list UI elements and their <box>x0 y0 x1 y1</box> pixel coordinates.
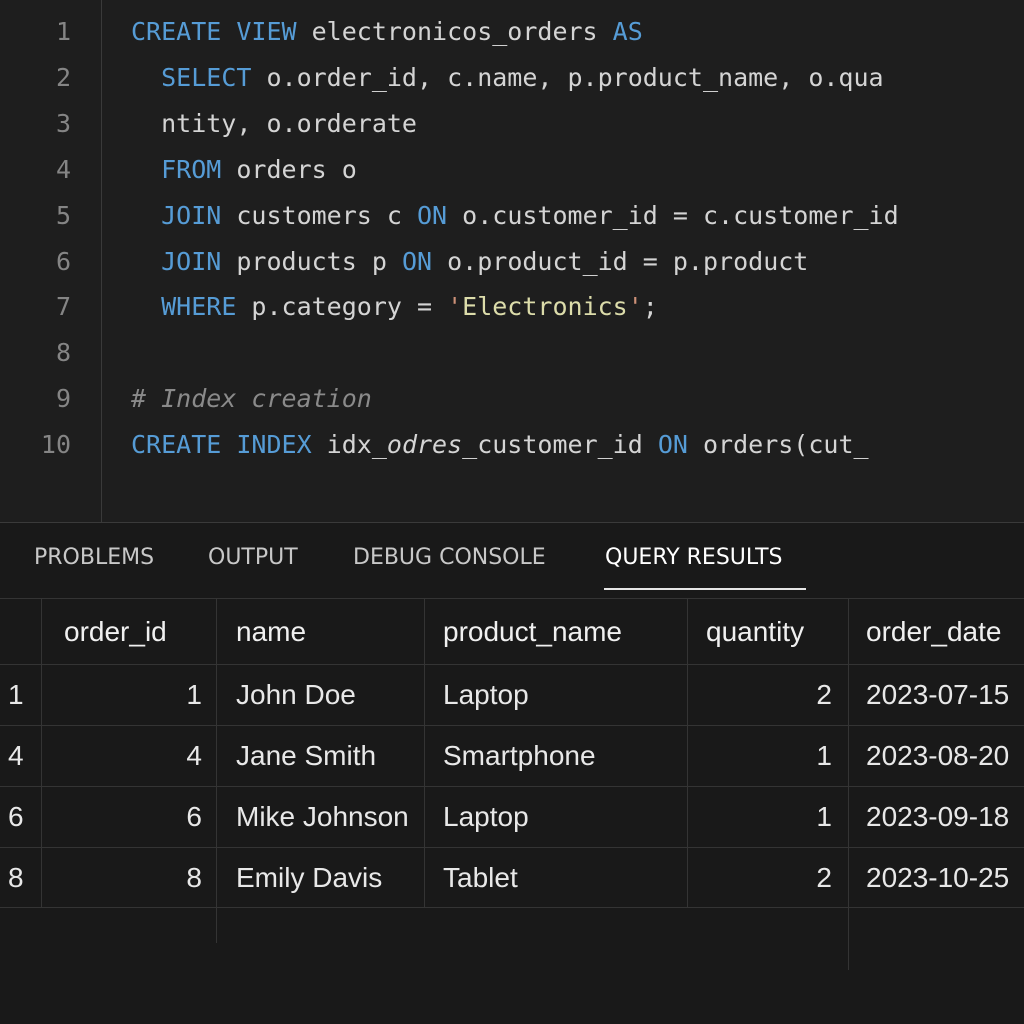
code-editor[interactable]: 1 2 3 4 5 6 7 8 9 10 CREATE VIEW electronicos_ord… <box>0 0 1024 522</box>
sql-keyword: FROM <box>161 154 222 184</box>
column-divider[interactable] <box>687 598 688 907</box>
code-token: customers c <box>221 200 417 230</box>
cell-order-id[interactable]: 6 <box>50 786 202 847</box>
cell-quantity[interactable]: 2 <box>690 847 832 908</box>
column-divider <box>41 598 42 907</box>
cell-order-id[interactable]: 1 <box>50 664 202 725</box>
row-number[interactable]: 8 <box>8 847 41 908</box>
code-token: ; <box>642 292 658 322</box>
sql-keyword: ON <box>401 246 433 276</box>
column-header-name[interactable]: name <box>236 601 421 662</box>
line-number: 4 <box>55 154 71 184</box>
sql-keyword: ON <box>657 430 688 460</box>
row-number[interactable]: 6 <box>8 786 41 847</box>
active-tab-indicator <box>604 588 806 590</box>
column-header-quantity[interactable]: quantity <box>706 601 846 662</box>
query-results-table: order_id name product_name quantity orde… <box>0 598 1024 1024</box>
cell-name[interactable]: Mike Johnson <box>236 786 422 847</box>
column-header-order-date[interactable]: order_date <box>866 601 1024 662</box>
panel-tabs: PROBLEMS OUTPUT DEBUG CONSOLE QUERY RESU… <box>0 523 1024 598</box>
string-literal: ' <box>447 292 463 322</box>
code-line[interactable]: WHERE p.category = 'Electronics'; <box>131 292 658 322</box>
cell-order-date[interactable]: 2023-08-20 <box>866 725 1024 786</box>
sql-keyword: ON <box>417 200 448 230</box>
cell-name[interactable]: Emily Davis <box>236 847 422 908</box>
cell-product-name[interactable]: Smartphone <box>443 725 683 786</box>
sql-keyword: AS <box>612 17 643 46</box>
tab-problems[interactable]: PROBLEMS <box>34 543 154 573</box>
line-number: 7 <box>55 292 71 322</box>
line-number: 5 <box>55 200 71 230</box>
tab-query-results[interactable]: QUERY RESULTS <box>605 543 783 573</box>
line-number: 1 <box>55 17 71 46</box>
cell-name[interactable]: Jane Smith <box>236 725 422 786</box>
sql-keyword: SELECT <box>161 62 252 92</box>
code-token: orders(cut_ <box>687 430 869 460</box>
row-number[interactable]: 4 <box>8 725 41 786</box>
cell-order-date[interactable]: 2023-09-18 <box>866 786 1024 847</box>
cell-product-name[interactable]: Tablet <box>443 847 683 908</box>
code-token: idx_ <box>311 430 387 460</box>
code-token: o.product_id = p.product <box>432 246 809 276</box>
sql-keyword: JOIN <box>161 246 222 276</box>
sql-keyword: CREATE VIEW <box>131 17 297 46</box>
code-token: _customer_id <box>462 430 658 460</box>
row-number[interactable]: 1 <box>8 664 41 725</box>
line-number: 3 <box>55 108 71 138</box>
cell-quantity[interactable]: 2 <box>690 664 832 725</box>
code-line[interactable]: ntity, o.orderate <box>131 109 417 139</box>
bottom-panel: PROBLEMS OUTPUT DEBUG CONSOLE QUERY RESU… <box>0 522 1024 1024</box>
tab-debug-console[interactable]: DEBUG CONSOLE <box>353 543 546 573</box>
cell-quantity[interactable]: 1 <box>690 786 832 847</box>
code-token: orders o <box>221 154 357 184</box>
code-token: electronicos_orders <box>296 17 613 46</box>
code-line[interactable]: SELECT o.order_id, c.name, p.product_nam… <box>131 62 884 93</box>
cell-order-date[interactable]: 2023-07-15 <box>866 664 1024 725</box>
code-comment: # Index creation <box>131 384 372 414</box>
column-divider[interactable] <box>424 598 425 907</box>
code-line[interactable]: JOIN customers c ON o.customer_id = c.cu… <box>131 201 899 231</box>
tab-output[interactable]: OUTPUT <box>208 543 298 573</box>
table-border <box>0 598 1024 599</box>
cell-order-id[interactable]: 8 <box>50 847 202 908</box>
cell-product-name[interactable]: Laptop <box>443 786 683 847</box>
code-token: o.order_id, c.name, p.product_name, o.qu… <box>251 62 884 92</box>
code-line[interactable]: # Index creation <box>131 384 372 414</box>
line-number: 10 <box>40 430 71 460</box>
line-number: 6 <box>55 246 71 276</box>
code-line[interactable]: JOIN products p ON o.product_id = p.prod… <box>131 247 808 277</box>
column-divider[interactable] <box>848 598 849 970</box>
code-token: products p <box>221 246 402 276</box>
code-line[interactable]: CREATE VIEW electronicos_orders AS <box>131 17 643 47</box>
line-number: 9 <box>55 384 71 414</box>
column-header-order-id[interactable]: order_id <box>64 601 214 662</box>
cell-product-name[interactable]: Laptop <box>443 664 683 725</box>
cell-order-id[interactable]: 4 <box>50 725 202 786</box>
sql-keyword: WHERE <box>161 292 237 322</box>
column-divider[interactable] <box>216 598 217 943</box>
code-token: o.customer_id = c.customer_id <box>447 200 899 230</box>
code-token: p.category = <box>236 292 448 322</box>
code-token: ntity, o.orderate <box>131 108 417 138</box>
sql-keyword: JOIN <box>161 200 222 230</box>
sql-keyword: CREATE INDEX <box>131 430 312 460</box>
line-number: 2 <box>55 62 71 92</box>
cell-name[interactable]: John Doe <box>236 664 422 725</box>
cell-order-date[interactable]: 2023-10-25 <box>866 847 1024 908</box>
code-line[interactable]: FROM orders o <box>131 155 357 185</box>
line-number: 8 <box>55 338 71 368</box>
code-token: odres <box>386 430 463 460</box>
code-line[interactable]: CREATE INDEX idx_odres_customer_id ON or… <box>131 430 869 460</box>
cell-quantity[interactable]: 1 <box>690 725 832 786</box>
string-literal: Electronics <box>462 292 628 322</box>
line-number-gutter: 1 2 3 4 5 6 7 8 9 10 <box>0 0 102 522</box>
column-header-product-name[interactable]: product_name <box>443 601 683 662</box>
string-literal: ' <box>627 292 643 322</box>
